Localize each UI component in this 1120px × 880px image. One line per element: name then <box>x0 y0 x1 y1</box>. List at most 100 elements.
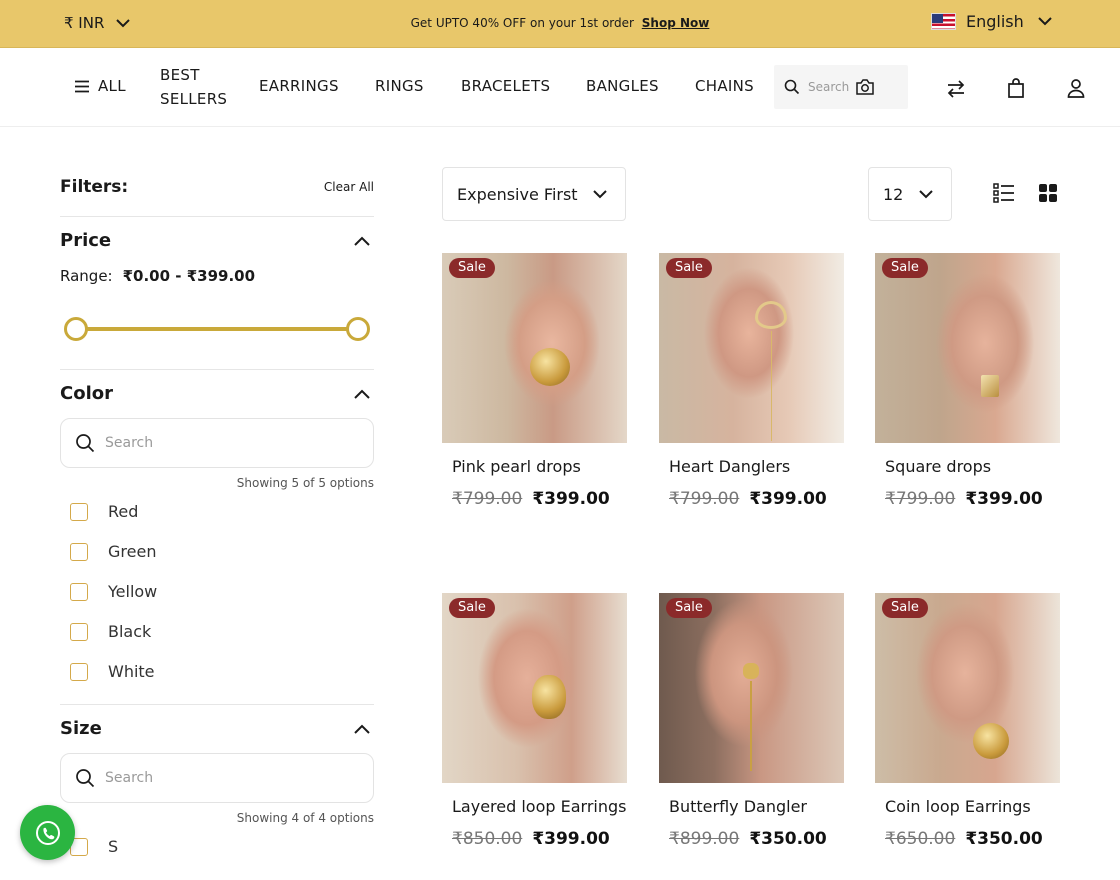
nav-all-menu[interactable]: ALL <box>74 77 126 95</box>
sale-badge: Sale <box>666 258 712 278</box>
size-showing-count: Showing 4 of 4 options <box>236 811 374 825</box>
nav-item-bangles[interactable]: BANGLES <box>586 77 659 95</box>
color-option-red[interactable]: Red <box>70 502 138 521</box>
sale-price: ₹350.00 <box>965 829 1043 849</box>
price-slider-min-handle[interactable] <box>64 317 88 341</box>
camera-icon[interactable] <box>855 78 875 96</box>
product-name[interactable]: Layered loop Earrings <box>442 795 627 819</box>
product-image[interactable]: Sale <box>442 253 627 443</box>
product-prices: ₹799.00 ₹399.00 <box>659 489 844 509</box>
product-image[interactable]: Sale <box>659 253 844 443</box>
shop-now-link[interactable]: Shop Now <box>642 16 710 30</box>
us-flag-icon <box>931 13 956 30</box>
list-view-icon[interactable] <box>993 183 1015 203</box>
per-page-dropdown[interactable]: 12 <box>868 167 952 221</box>
whatsapp-chat-button[interactable] <box>20 805 75 860</box>
sale-price: ₹399.00 <box>749 489 827 509</box>
old-price: ₹899.00 <box>669 829 740 849</box>
shopping-bag-icon[interactable] <box>1007 78 1025 98</box>
main-nav: ALL BEST SELLERS EARRINGS RINGS BRACELET… <box>0 49 1120 127</box>
color-search-field[interactable] <box>60 418 374 468</box>
chevron-up-icon[interactable] <box>354 389 370 399</box>
divider <box>60 216 374 217</box>
option-label: S <box>108 837 119 856</box>
product-image[interactable]: Sale <box>659 593 844 783</box>
jewel <box>743 663 759 679</box>
product-card[interactable]: Sale Layered loop Earrings ₹850.00 ₹399.0… <box>442 593 627 849</box>
search-icon <box>76 769 95 788</box>
checkbox[interactable] <box>70 622 88 641</box>
nav-item-earrings[interactable]: EARRINGS <box>259 77 339 95</box>
color-section-title: Color <box>60 383 113 404</box>
product-name[interactable]: Coin loop Earrings <box>875 795 1060 819</box>
sale-badge: Sale <box>882 258 928 278</box>
product-card[interactable]: Sale Heart Danglers ₹799.00 ₹399.00 <box>659 253 844 509</box>
product-prices: ₹799.00 ₹399.00 <box>875 489 1060 509</box>
announcement-bar: ₹ INR Get UPTO 40% OFF on your 1st order… <box>0 0 1120 48</box>
chevron-up-icon[interactable] <box>354 236 370 246</box>
price-slider-max-handle[interactable] <box>346 317 370 341</box>
size-option-s[interactable]: S <box>70 837 118 856</box>
grid-view-icon[interactable] <box>1038 183 1058 203</box>
language-selector[interactable]: English <box>931 12 1052 31</box>
product-name[interactable]: Pink pearl drops <box>442 455 627 479</box>
product-name[interactable]: Square drops <box>875 455 1060 479</box>
color-search-input[interactable] <box>105 435 345 451</box>
color-option-white[interactable]: White <box>70 662 155 681</box>
product-name[interactable]: Butterfly Dangler <box>659 795 844 819</box>
language-label: English <box>966 12 1024 31</box>
option-label: Yellow <box>108 582 158 601</box>
search-icon <box>76 434 95 453</box>
product-card[interactable]: Sale Coin loop Earrings ₹650.00 ₹350.00 <box>875 593 1060 849</box>
user-account-icon[interactable] <box>1067 78 1085 98</box>
size-search-field[interactable] <box>60 753 374 803</box>
product-image[interactable]: Sale <box>875 593 1060 783</box>
product-name[interactable]: Heart Danglers <box>659 455 844 479</box>
price-range-text: Range: ₹0.00 - ₹399.00 <box>60 267 255 285</box>
checkbox[interactable] <box>70 582 88 601</box>
product-image[interactable]: Sale <box>442 593 627 783</box>
jewel-chain <box>750 681 752 771</box>
search-input[interactable]: Search <box>774 65 908 109</box>
sale-price: ₹399.00 <box>532 489 610 509</box>
compare-icon[interactable] <box>946 80 966 98</box>
range-value: ₹0.00 - ₹399.00 <box>122 267 256 285</box>
filters-heading: Filters: <box>60 177 129 197</box>
product-prices: ₹799.00 ₹399.00 <box>442 489 627 509</box>
color-option-green[interactable]: Green <box>70 542 156 561</box>
clear-all-button[interactable]: Clear All <box>324 180 374 194</box>
product-image[interactable]: Sale <box>875 253 1060 443</box>
product-card[interactable]: Sale Pink pearl drops ₹799.00 ₹399.00 <box>442 253 627 509</box>
option-label: Black <box>108 622 152 641</box>
old-price: ₹650.00 <box>885 829 956 849</box>
chevron-down-icon <box>919 189 933 198</box>
jewel-chain <box>771 331 772 441</box>
option-label: Green <box>108 542 157 561</box>
jewel <box>755 301 787 329</box>
nav-item-chains[interactable]: CHAINS <box>695 77 754 95</box>
old-price: ₹799.00 <box>885 489 956 509</box>
search-icon <box>784 79 800 95</box>
checkbox[interactable] <box>70 502 88 521</box>
price-slider-track[interactable] <box>76 327 358 331</box>
chevron-down-icon <box>593 189 607 198</box>
color-option-black[interactable]: Black <box>70 622 151 641</box>
checkbox[interactable] <box>70 542 88 561</box>
color-option-yellow[interactable]: Yellow <box>70 582 157 601</box>
jewel <box>530 348 570 386</box>
product-card[interactable]: Sale Square drops ₹799.00 ₹399.00 <box>875 253 1060 509</box>
nav-item-rings[interactable]: RINGS <box>375 77 424 95</box>
size-search-input[interactable] <box>105 770 345 786</box>
product-card[interactable]: Sale Butterfly Dangler ₹899.00 ₹350.00 <box>659 593 844 849</box>
option-label: White <box>108 662 155 681</box>
checkbox[interactable] <box>70 662 88 681</box>
price-section-title: Price <box>60 230 112 251</box>
nav-item-best-sellers[interactable]: BEST SELLERS <box>160 63 230 111</box>
nav-item-bracelets[interactable]: BRACELETS <box>461 77 550 95</box>
sale-badge: Sale <box>666 598 712 618</box>
chevron-up-icon[interactable] <box>354 724 370 734</box>
sort-dropdown[interactable]: Expensive First <box>442 167 626 221</box>
divider <box>60 369 374 370</box>
phone-icon <box>35 820 60 845</box>
range-label: Range: <box>60 267 113 285</box>
